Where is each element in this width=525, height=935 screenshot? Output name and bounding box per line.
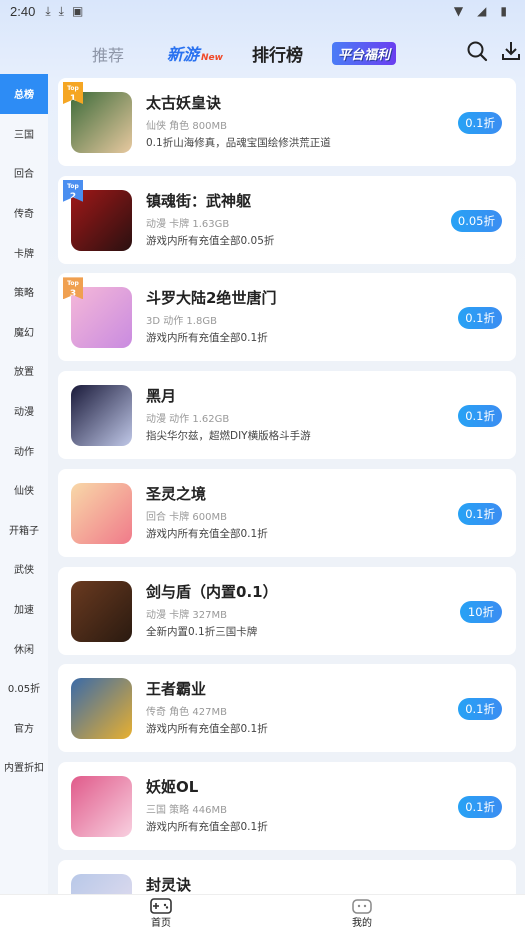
sidebar-item[interactable]: 官方 (0, 708, 48, 748)
sidebar-item[interactable]: 内置折扣 (0, 747, 48, 787)
profile-icon (352, 899, 372, 914)
game-title: 斗罗大陆2绝世唐门 (146, 289, 277, 308)
game-icon (71, 580, 132, 642)
sidebar-item[interactable]: 动作 (0, 430, 48, 470)
status-time: 2:40 (10, 3, 36, 19)
sidebar-item[interactable]: 开箱子 (0, 510, 48, 550)
discount-button[interactable]: 0.1折 (458, 405, 502, 428)
battery-icon: ▮ (500, 4, 507, 18)
sidebar-item[interactable]: 三国 (0, 114, 48, 154)
game-title: 王者霸业 (146, 680, 207, 699)
game-card[interactable]: 妖姬OL 三国 策略 446MB 游戏内所有充值全部0.1折 0.1折 (58, 761, 516, 850)
sidebar-item[interactable]: 策略 (0, 272, 48, 312)
search-icon[interactable] (466, 40, 488, 62)
discount-button[interactable]: 0.1折 (458, 795, 502, 818)
game-title: 封灵诀 (146, 875, 192, 894)
sidebar-item[interactable]: 回合 (0, 153, 48, 193)
download-notification-icon: ⤓ (58, 3, 64, 18)
tab-ranking[interactable]: 排行榜 (252, 41, 303, 66)
sidebar-item[interactable]: 0.05折 (0, 668, 48, 708)
sidebar-item[interactable]: 放置 (0, 351, 48, 391)
game-description: 指尖华尔兹，超燃DIY横版格斗手游 (146, 430, 311, 443)
sidebar-item[interactable]: 传奇 (0, 193, 48, 233)
discount-button[interactable]: 0.1折 (458, 307, 502, 330)
game-title: 镇魂街：武神躯 (146, 191, 252, 210)
game-icon (71, 482, 132, 544)
discount-button[interactable]: 10折 (460, 600, 502, 623)
game-description: 游戏内所有充值全部0.1折 (146, 723, 268, 736)
game-icon (71, 775, 132, 837)
tab-new-games[interactable]: 新游 New (167, 41, 223, 65)
sidebar-item[interactable]: 仙侠 (0, 470, 48, 510)
game-meta: 仙侠 角色 800MB (146, 121, 227, 132)
sidebar-item[interactable]: 加速 (0, 589, 48, 629)
tab-recommend[interactable]: 推荐 (92, 42, 124, 66)
game-title: 圣灵之境 (146, 484, 207, 503)
sidebar-item[interactable]: 魔幻 (0, 312, 48, 352)
game-title: 黑月 (146, 387, 177, 406)
download-icon[interactable] (500, 40, 522, 62)
game-card[interactable]: 圣灵之境回合 卡牌 600MB 游戏内所有充值全部0.1折 0.1折 (58, 468, 516, 557)
bottom-tab-mine[interactable]: 我的 (332, 898, 392, 929)
game-meta: 3D 动作 1.8GB (146, 316, 217, 328)
game-card[interactable]: Top 2 镇魂街：武神躯 动漫 卡牌 1.63GB 游戏内所有充值全部0.05折 0.0… (58, 175, 516, 264)
game-icon (71, 678, 132, 740)
game-meta: 动漫 卡牌 327MB (146, 609, 227, 621)
tab-platform-benefits[interactable]: 平台福利 (332, 42, 397, 65)
app-notification-icon: ▣ (71, 4, 84, 18)
game-description: 全新内置0.1折三国卡牌 (146, 625, 258, 638)
bottom-tab-home[interactable]: 首页 (131, 898, 191, 929)
game-description: 游戏内所有充值全部0.1折 (146, 527, 268, 540)
game-card[interactable]: 剑与盾（内置0.1） 动漫 卡牌 327MB 全新内置0.1折三国卡牌 10折 (58, 566, 516, 655)
discount-button[interactable]: 0.1折 (458, 112, 502, 134)
game-title: 妖姬OL (146, 777, 199, 796)
sidebar-item[interactable]: 总榜 (0, 74, 48, 114)
discount-button[interactable]: 0.1折 (458, 698, 502, 721)
discount-button[interactable]: 0.1折 (458, 502, 502, 525)
game-title: 太古妖皇诀 (146, 94, 222, 112)
new-tag: New (201, 53, 223, 63)
game-meta: 动漫 卡牌 1.63GB (146, 218, 230, 230)
game-card[interactable]: 黑月动漫 动作 1.62GB 指尖华尔兹，超燃DIY横版格斗手游 0.1折 (58, 371, 516, 460)
game-title: 剑与盾（内置0.1） (146, 582, 278, 601)
status-bar: 2:40 ⤓ ⤓ ▣ ▼ ◢ ▮ (0, 0, 525, 22)
bottom-tab-home-label: 首页 (151, 918, 171, 929)
game-meta: 动漫 动作 1.62GB (146, 414, 230, 426)
game-card[interactable]: Top 3 斗罗大陆2绝世唐门 3D 动作 1.8GB 游戏内所有充值全部0.1折 0.1… (58, 273, 516, 362)
top-nav: 推荐 新游 New 排行榜 平台福利 (0, 30, 525, 74)
game-description: 游戏内所有充值全部0.05折 (146, 234, 275, 247)
game-meta: 传奇 角色 427MB (146, 707, 227, 719)
download-notification-icon: ⤓ (45, 3, 51, 18)
game-description: 游戏内所有充值全部0.1折 (146, 820, 268, 833)
category-sidebar: 总榜 三国 回合 传奇 卡牌 策略 魔幻 放置 动漫 动作 仙侠 开箱子 武侠 加速 休闲 0.05折 官方 内置… (0, 74, 48, 894)
game-description: 游戏内所有充值全部0.1折 (146, 332, 268, 345)
gamepad-icon (150, 898, 172, 914)
bottom-tab-bar: 首页 我的 (0, 894, 525, 935)
wifi-icon: ▼ (453, 4, 464, 18)
game-description: 0.1折山海修真，品魂宝国绘修洪荒正道 (146, 137, 331, 149)
sidebar-item[interactable]: 休闲 (0, 628, 48, 668)
game-card[interactable]: Top 1 太古妖皇诀 仙侠 角色 800MB 0.1折山海修真，品魂宝国绘修洪荒正道 0… (58, 78, 516, 166)
signal-icon: ◢ (477, 4, 487, 18)
sidebar-item[interactable]: 卡牌 (0, 232, 48, 272)
bottom-tab-mine-label: 我的 (352, 918, 372, 929)
game-card[interactable]: 王者霸业传奇 角色 427MB 游戏内所有充值全部0.1折 0.1折 (58, 664, 516, 753)
game-meta: 回合 卡牌 600MB (146, 511, 227, 523)
sidebar-item[interactable]: 动漫 (0, 391, 48, 431)
game-icon (71, 385, 132, 447)
discount-button[interactable]: 0.05折 (450, 209, 502, 232)
sidebar-item[interactable]: 武侠 (0, 549, 48, 589)
game-meta: 三国 策略 446MB (146, 804, 227, 816)
